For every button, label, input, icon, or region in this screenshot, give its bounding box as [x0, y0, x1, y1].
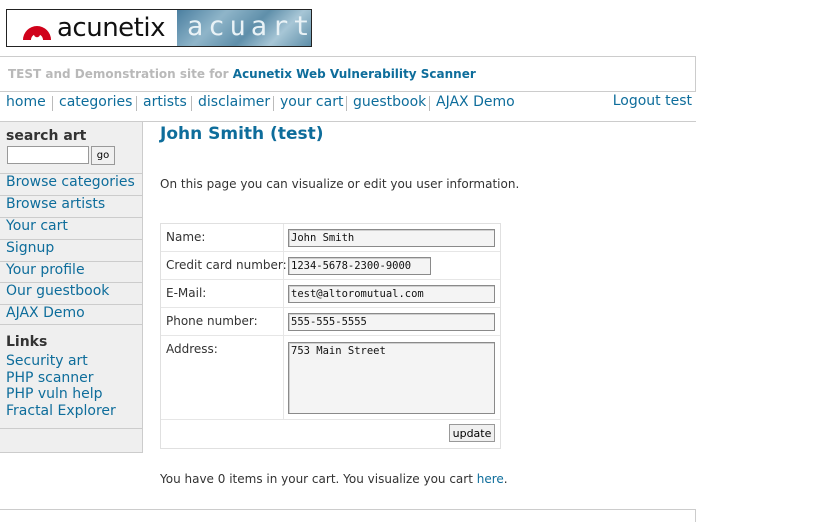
sidebar-item-browse-categories[interactable]: Browse categories: [6, 174, 135, 190]
nav-separator: [346, 96, 347, 111]
links-heading: Links: [6, 334, 48, 350]
form-row-divider: [161, 279, 500, 280]
nav-categories[interactable]: categories: [59, 94, 132, 110]
acuart-banner: acuart: [177, 10, 311, 46]
sidebar-divider: [0, 324, 142, 325]
top-nav: home categories artists disclaimer your …: [0, 91, 696, 122]
nav-your-cart[interactable]: your cart: [280, 94, 343, 110]
user-info-form: Name: Credit card number: E-Mail: Phone …: [160, 223, 501, 449]
link-fractal-explorer[interactable]: Fractal Explorer: [6, 403, 116, 419]
cart-message-suffix: .: [503, 472, 508, 486]
address-label: Address:: [166, 342, 218, 356]
credit-card-field[interactable]: [288, 257, 431, 275]
logout-link[interactable]: Logout test: [613, 93, 692, 109]
update-button[interactable]: update: [449, 424, 495, 442]
intro-text: On this page you can visualize or edit y…: [160, 177, 520, 191]
site-logo[interactable]: acunetix acuart: [6, 9, 312, 47]
form-row-divider: [161, 335, 500, 336]
nav-separator: [52, 96, 53, 111]
tagline-bar: TEST and Demonstration site for Acunetix…: [0, 56, 696, 92]
tagline: TEST and Demonstration site for Acunetix…: [8, 67, 476, 81]
sidebar-divider: [0, 428, 142, 429]
acunetix-wordmark: acunetix: [57, 13, 166, 43]
link-php-scanner[interactable]: PHP scanner: [6, 370, 94, 386]
nav-separator: [429, 96, 430, 111]
nav-guestbook[interactable]: guestbook: [353, 94, 426, 110]
nav-separator: [136, 96, 137, 111]
sidebar-item-ajax-demo[interactable]: AJAX Demo: [6, 305, 85, 321]
name-label: Name:: [166, 230, 206, 244]
sidebar-item-your-cart[interactable]: Your cart: [6, 218, 68, 234]
nav-home[interactable]: home: [6, 94, 46, 110]
form-column-divider: [283, 224, 284, 419]
nav-artists[interactable]: artists: [143, 94, 187, 110]
nav-separator: [273, 96, 274, 111]
cart-here-link[interactable]: here: [477, 472, 504, 486]
tagline-product-link[interactable]: Acunetix Web Vulnerability Scanner: [233, 67, 476, 81]
search-label: search art: [6, 128, 87, 144]
sidebar-item-your-profile[interactable]: Your profile: [6, 262, 85, 278]
form-row-divider: [161, 307, 500, 308]
form-row-divider: [161, 419, 500, 420]
name-field[interactable]: [288, 229, 495, 247]
cart-message-text: You have 0 items in your cart. You visua…: [160, 472, 473, 486]
search-input[interactable]: [7, 146, 89, 164]
form-row-divider: [161, 251, 500, 252]
link-security-art[interactable]: Security art: [6, 353, 88, 369]
phone-field[interactable]: [288, 313, 495, 331]
acunetix-logo: acunetix: [7, 10, 177, 46]
nav-ajax-demo[interactable]: AJAX Demo: [436, 94, 515, 110]
nav-separator: [191, 96, 192, 111]
sidebar-item-our-guestbook[interactable]: Our guestbook: [6, 283, 109, 299]
cart-message: You have 0 items in your cart. You visua…: [160, 472, 508, 486]
email-label: E-Mail:: [166, 286, 207, 300]
page-title: John Smith (test): [160, 124, 324, 144]
phone-label: Phone number:: [166, 314, 258, 328]
email-field[interactable]: [288, 285, 495, 303]
link-php-vuln-help[interactable]: PHP vuln help: [6, 386, 103, 402]
acunetix-mark-icon: [21, 16, 53, 40]
acuart-wordmark: acuart: [187, 11, 311, 42]
tagline-prefix: TEST and Demonstration site for: [8, 67, 229, 81]
footer-divider: [0, 509, 696, 522]
nav-disclaimer[interactable]: disclaimer: [198, 94, 270, 110]
sidebar-item-browse-artists[interactable]: Browse artists: [6, 196, 105, 212]
address-field[interactable]: 753 Main Street: [288, 342, 495, 414]
go-button[interactable]: go: [91, 146, 115, 165]
sidebar: search art go Browse categories Browse a…: [0, 122, 143, 453]
sidebar-item-signup[interactable]: Signup: [6, 240, 54, 256]
credit-card-label: Credit card number:: [166, 258, 287, 272]
